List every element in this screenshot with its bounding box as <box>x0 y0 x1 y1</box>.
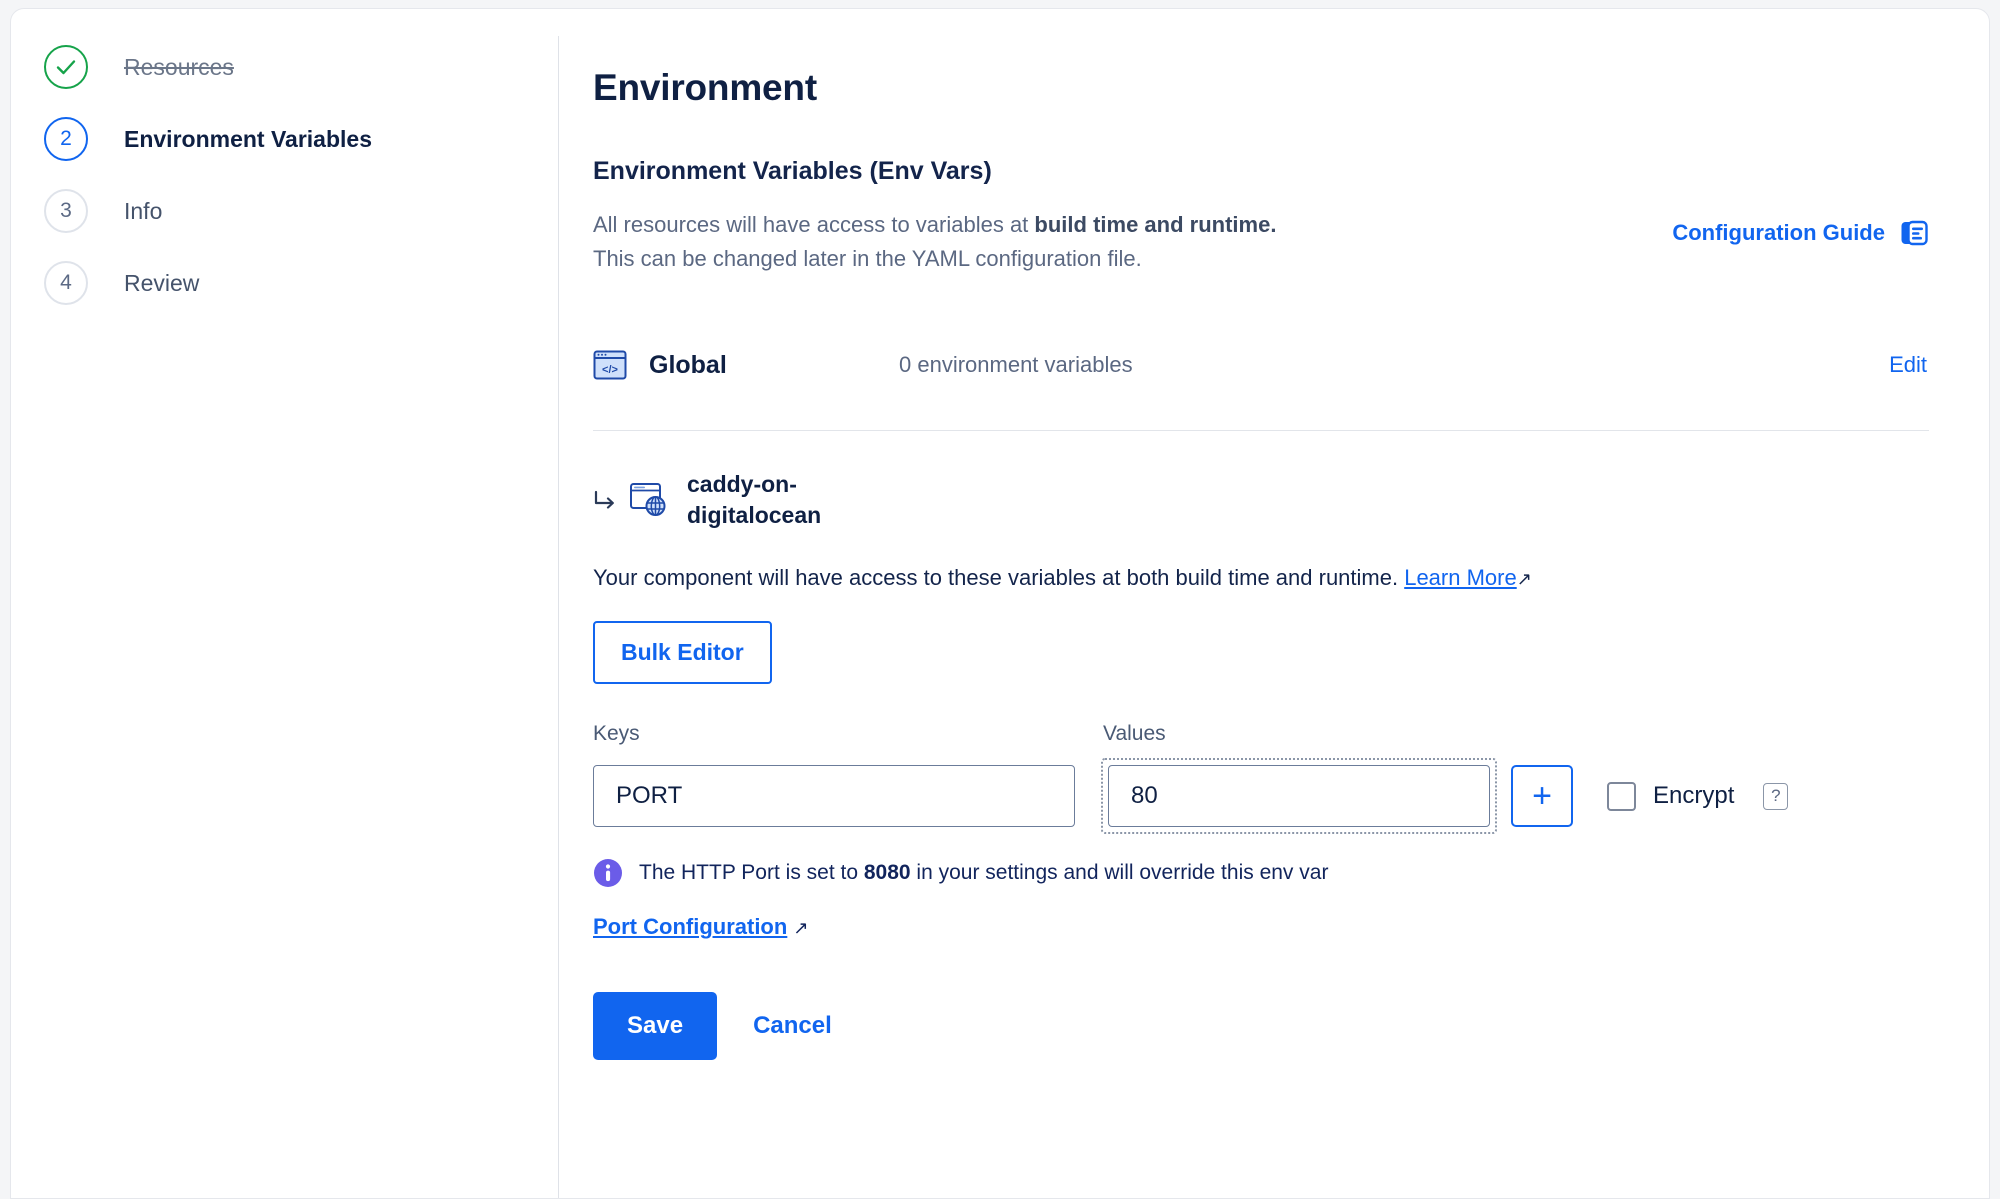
env-key-input[interactable] <box>593 765 1075 828</box>
global-scope-row: </> Global 0 environment variables Edit <box>593 340 1929 390</box>
step-badge-review: 4 <box>44 261 88 305</box>
info-circle-icon <box>594 859 622 888</box>
encrypt-checkbox[interactable] <box>1607 781 1636 811</box>
description-line1-pre: All resources will have access to variab… <box>593 212 1035 237</box>
port-configuration-wrap: Port Configuration ↗ <box>593 888 1929 940</box>
svg-text:</>: </> <box>602 364 618 376</box>
sidebar-step-review[interactable]: 4 Review <box>11 247 559 319</box>
wizard-sidebar: Resources 2 Environment Variables 3 Info… <box>11 9 559 1198</box>
env-value-focus-ring <box>1101 758 1497 835</box>
step-badge-environment-variables: 2 <box>44 117 88 161</box>
form-actions: Save Cancel <box>593 992 1929 1061</box>
component-description-text: Your component will have access to these… <box>593 565 1405 591</box>
sidebar-step-label-environment-variables: Environment Variables <box>124 125 372 152</box>
subdirectory-arrow-icon <box>594 491 614 509</box>
info-text-pre: The HTTP Port is set to <box>639 861 864 885</box>
global-edit-link[interactable]: Edit <box>1889 352 1929 378</box>
learn-more-link[interactable]: Learn More <box>1404 565 1517 590</box>
description-line1-bold: build time and runtime. <box>1034 212 1277 237</box>
step-badge-info: 3 <box>44 189 88 233</box>
bulk-editor-button[interactable]: Bulk Editor <box>593 621 772 685</box>
sidebar-step-resources[interactable]: Resources <box>11 31 559 103</box>
save-button[interactable]: Save <box>593 992 718 1061</box>
description-row: All resources will have access to variab… <box>593 208 1929 276</box>
keys-label: Keys <box>593 722 640 746</box>
main-content: Environment Environment Variables (Env V… <box>559 9 1989 1198</box>
env-value-input[interactable] <box>1108 765 1490 828</box>
wizard-card: Resources 2 Environment Variables 3 Info… <box>10 8 1990 1199</box>
component-row: caddy-on-digitalocean <box>593 469 1929 531</box>
values-label: Values <box>1103 722 1166 746</box>
port-configuration-external-icon: ↗ <box>793 918 809 939</box>
configuration-guide-link[interactable]: Configuration Guide <box>1672 218 1929 248</box>
encrypt-control: Encrypt ? <box>1607 781 1789 811</box>
component-description: Your component will have access to these… <box>593 565 1929 591</box>
encrypt-label: Encrypt <box>1653 782 1735 810</box>
component-name: caddy-on-digitalocean <box>687 471 822 529</box>
info-text-port: 8080 <box>863 861 911 885</box>
sidebar-step-label-info: Info <box>124 197 163 224</box>
description-line2: This can be changed later in the YAML co… <box>593 246 1142 272</box>
cancel-button[interactable]: Cancel <box>739 1002 846 1050</box>
check-icon <box>56 60 76 75</box>
key-value-labels: Keys Values <box>593 722 1929 746</box>
global-variable-count: 0 environment variables <box>899 352 1133 378</box>
key-value-row: + Encrypt ? <box>593 758 1929 835</box>
encrypt-help-icon[interactable]: ? <box>1763 782 1789 810</box>
http-port-info-text: The HTTP Port is set to 8080 in your set… <box>639 861 1328 885</box>
info-text-post: in your settings and will override this … <box>910 861 1329 885</box>
sidebar-step-environment-variables[interactable]: 2 Environment Variables <box>11 103 559 175</box>
document-guide-icon <box>1901 220 1928 246</box>
port-configuration-link[interactable]: Port Configuration <box>593 914 787 940</box>
code-window-icon: </> <box>593 350 627 380</box>
step-badge-resources <box>44 45 88 89</box>
configuration-guide-label: Configuration Guide <box>1672 220 1885 245</box>
page-title: Environment <box>593 67 817 108</box>
sidebar-step-info[interactable]: 3 Info <box>11 175 559 247</box>
add-variable-button[interactable]: + <box>1511 765 1573 828</box>
section-title: Environment Variables (Env Vars) <box>593 157 992 185</box>
sidebar-step-label-resources: Resources <box>124 53 234 80</box>
http-port-info-row: The HTTP Port is set to 8080 in your set… <box>593 858 1929 888</box>
section-description: All resources will have access to variab… <box>593 208 1276 276</box>
sidebar-step-label-review: Review <box>124 269 200 296</box>
global-scope-name: Global <box>649 350 727 379</box>
section-divider <box>593 430 1929 432</box>
globe-window-icon <box>630 483 666 517</box>
learn-more-external-icon: ↗ <box>1516 569 1532 590</box>
